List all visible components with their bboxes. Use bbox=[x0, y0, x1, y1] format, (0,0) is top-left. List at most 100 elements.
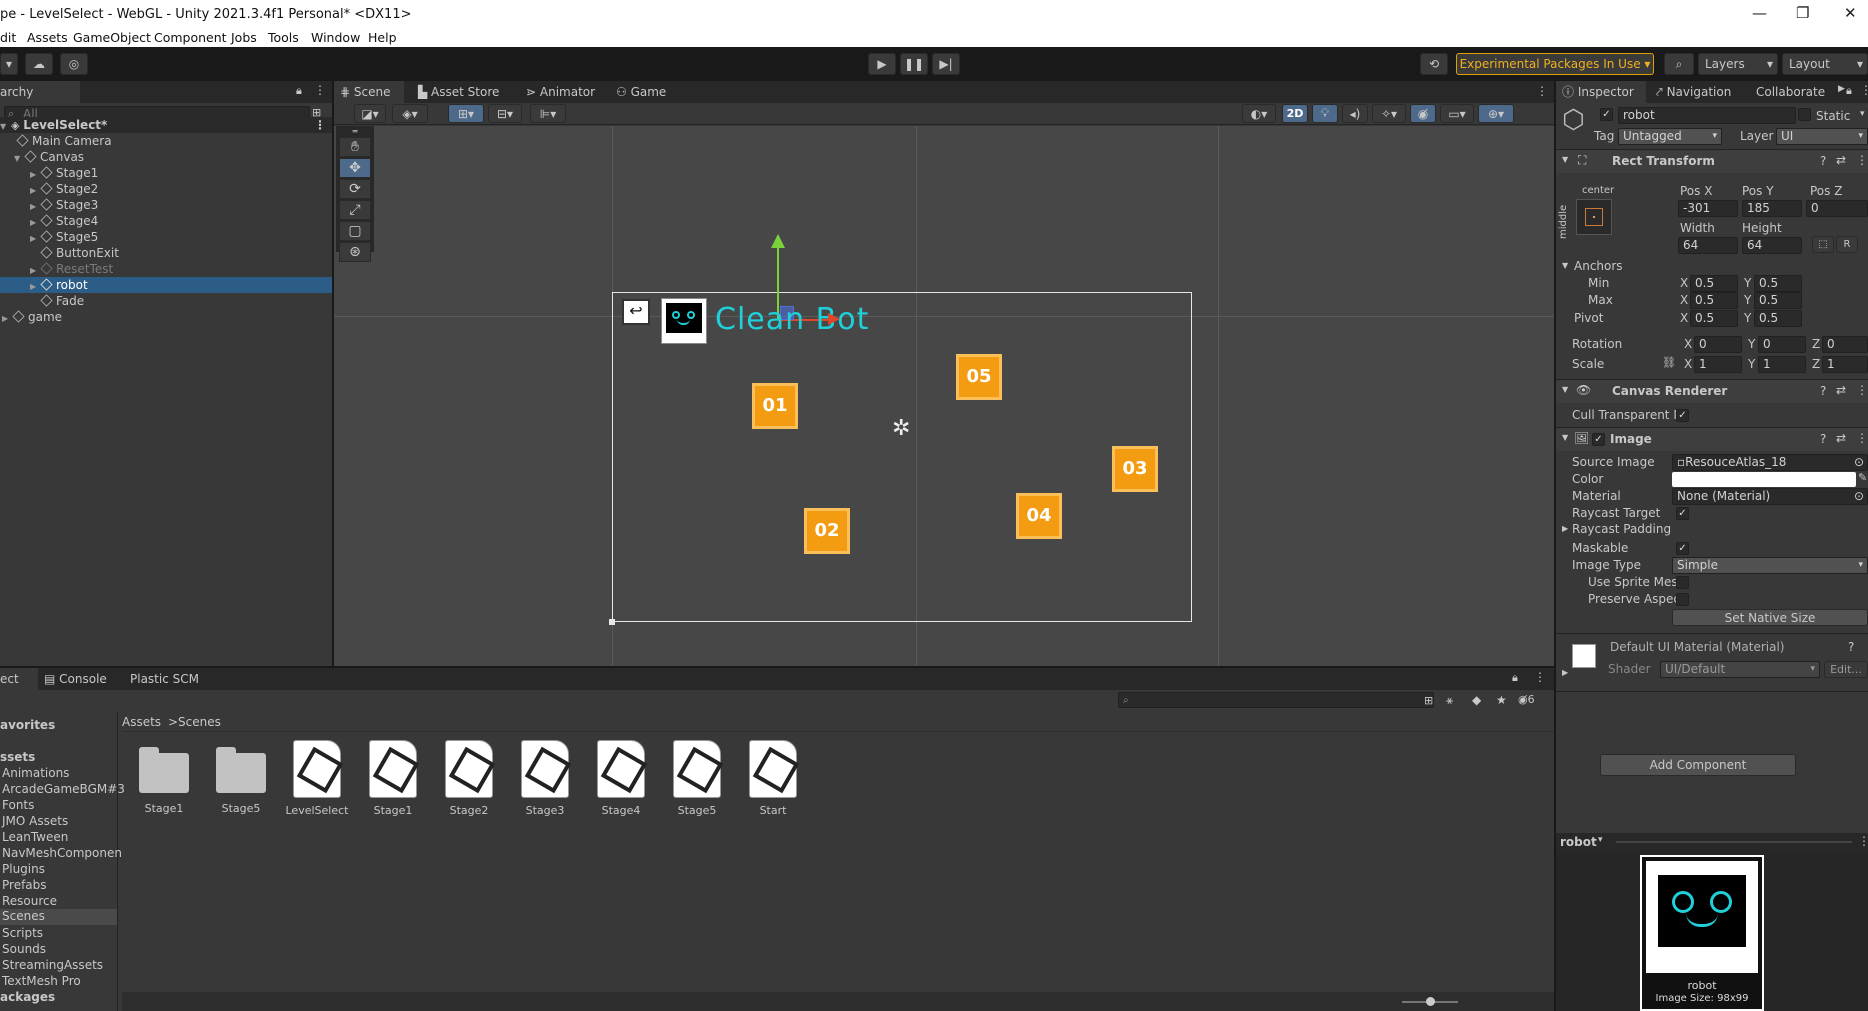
panel-splitter[interactable] bbox=[332, 81, 334, 668]
anchor-max-x-input[interactable]: 0.5 bbox=[1690, 292, 1738, 309]
height-input[interactable]: 64 bbox=[1742, 237, 1802, 254]
hidden-objects-icon[interactable]: ◉̸ bbox=[1410, 104, 1436, 123]
draw-mode-dropdown[interactable]: ◪▾ bbox=[354, 104, 386, 123]
maximize-button[interactable]: ❐ bbox=[1796, 4, 1809, 22]
kebab-menu-icon[interactable]: ⋮ bbox=[1536, 84, 1548, 98]
toggle-2d-button[interactable]: 2D bbox=[1282, 104, 1308, 123]
robot-sprite[interactable] bbox=[661, 298, 707, 344]
rotation-x-input[interactable]: 0 bbox=[1694, 336, 1742, 353]
hierarchy-item-stage2[interactable]: ▶ Stage2 bbox=[0, 181, 332, 197]
tab-plastic-scm[interactable]: Plastic SCM bbox=[130, 668, 220, 690]
packages-header[interactable]: ackages bbox=[0, 990, 55, 1004]
hierarchy-item-game[interactable]: ▶ game bbox=[0, 309, 332, 325]
tab-animator[interactable]: ⋗ Animator bbox=[526, 81, 606, 103]
folder-scenes[interactable]: Scenes bbox=[0, 909, 117, 925]
project-item-scene-stage4[interactable]: Stage4 bbox=[581, 740, 661, 817]
project-item-scene-stage1[interactable]: Stage1 bbox=[353, 740, 433, 817]
folder-sounds[interactable]: Sounds bbox=[2, 942, 46, 956]
rect-tool-icon[interactable]: ▢ bbox=[339, 221, 371, 241]
back-button-sprite[interactable]: ↩ bbox=[622, 299, 650, 325]
filter-type-icon[interactable]: ⚹ bbox=[1446, 693, 1453, 708]
camera-dropdown[interactable]: ▭▾ bbox=[1440, 104, 1474, 123]
tab-navigation[interactable]: ⤤ Navigation bbox=[1656, 81, 1752, 103]
layer-dropdown[interactable]: UI ▾ bbox=[1776, 128, 1868, 145]
image-component-header[interactable]: ▼ 🖼︎ ✓ Image ? ⇄ ⋮ bbox=[1556, 427, 1868, 451]
tab-collaborate[interactable]: Collaborate bbox=[1756, 81, 1836, 103]
folder-leantween[interactable]: LeanTween bbox=[2, 830, 68, 844]
help-icon[interactable]: ? bbox=[1820, 154, 1826, 168]
tag-dropdown[interactable]: Untagged ▾ bbox=[1618, 128, 1722, 145]
anchor-min-y-input[interactable]: 0.5 bbox=[1754, 275, 1802, 292]
pos-y-input[interactable]: 185 bbox=[1742, 200, 1802, 217]
hierarchy-item-stage1[interactable]: ▶ Stage1 bbox=[0, 165, 332, 181]
tab-asset-store[interactable]: ▙ Asset Store bbox=[418, 81, 508, 103]
project-item-scene-stage3[interactable]: Stage3 bbox=[505, 740, 585, 817]
static-checkbox[interactable] bbox=[1798, 108, 1811, 121]
pos-z-input[interactable]: 0 bbox=[1806, 200, 1868, 217]
folder-fonts[interactable]: Fonts bbox=[2, 798, 34, 812]
object-name-input[interactable]: robot bbox=[1618, 107, 1796, 124]
favorites-header[interactable]: avorites bbox=[0, 718, 55, 732]
project-item-scene-start[interactable]: Start bbox=[733, 740, 813, 817]
grid-snap-dropdown[interactable]: ⊞▾ bbox=[448, 104, 484, 123]
effects-dropdown[interactable]: ✧▾ bbox=[1372, 104, 1406, 123]
presets-icon[interactable]: ⇄ bbox=[1836, 153, 1846, 167]
transform-tool-icon[interactable]: ⊛ bbox=[339, 242, 371, 262]
collab-icon[interactable]: ◎ bbox=[60, 53, 88, 75]
play-button[interactable]: ▶ bbox=[868, 53, 896, 75]
account-dropdown[interactable]: ▾ bbox=[0, 53, 18, 75]
move-tool-icon[interactable]: ✥ bbox=[339, 158, 371, 178]
tab-hierarchy[interactable]: archy bbox=[0, 81, 80, 103]
stage-button-02[interactable]: 02 bbox=[804, 508, 850, 554]
stage-button-03[interactable]: 03 bbox=[1112, 446, 1158, 492]
layers-dropdown[interactable]: Layers ▾ bbox=[1698, 53, 1778, 75]
tab-game[interactable]: ⚇ Game bbox=[616, 81, 676, 103]
source-image-field[interactable]: ▫ResoucеAtlas_18 ⊙ bbox=[1672, 454, 1868, 471]
increment-snap-dropdown[interactable]: ⊟▾ bbox=[488, 104, 522, 123]
cloud-icon[interactable]: ☁ bbox=[25, 53, 53, 75]
hierarchy-item-robot[interactable]: ▶ robot bbox=[0, 277, 332, 293]
color-swatch[interactable] bbox=[1672, 472, 1856, 487]
project-item-folder-stage1[interactable]: Stage1 bbox=[124, 744, 204, 815]
canvas-corner-handle[interactable] bbox=[609, 619, 615, 625]
object-picker-icon[interactable]: ⊙ bbox=[1854, 455, 1864, 470]
menu-jobs[interactable]: Jobs bbox=[231, 30, 257, 45]
chevron-down-icon[interactable]: ▾ bbox=[1860, 109, 1865, 119]
object-picker-icon[interactable]: ⊙ bbox=[1854, 489, 1864, 504]
image-type-dropdown[interactable]: Simple ▾ bbox=[1672, 557, 1868, 574]
cull-transparent-checkbox[interactable]: ✓ bbox=[1676, 409, 1689, 422]
folder-arcadegamebgm[interactable]: ArcadeGameBGM#3 bbox=[2, 782, 125, 796]
raw-edit-button[interactable]: R bbox=[1836, 236, 1858, 253]
rotation-z-input[interactable]: 0 bbox=[1822, 336, 1868, 353]
preserve-aspect-checkbox[interactable] bbox=[1676, 593, 1689, 606]
hidden-packages-icon[interactable]: ◉̸6 bbox=[1518, 693, 1535, 706]
step-button[interactable]: ▶| bbox=[932, 53, 960, 75]
search-icon[interactable]: ⌕ bbox=[1664, 53, 1694, 75]
close-button[interactable]: ✕ bbox=[1844, 4, 1857, 22]
menu-component[interactable]: Component bbox=[154, 30, 227, 45]
pause-button[interactable]: ❚❚ bbox=[900, 53, 928, 75]
palette-drag-handle[interactable]: ═ bbox=[339, 128, 371, 136]
expand-arrow-icon[interactable]: ▶ bbox=[1562, 668, 1568, 677]
tab-scene[interactable]: ⋕ Scene bbox=[334, 81, 404, 103]
rotate-tool-icon[interactable]: ⟳ bbox=[339, 179, 371, 199]
hierarchy-item-stage3[interactable]: ▶ Stage3 bbox=[0, 197, 332, 213]
align-dropdown[interactable]: ⊫▾ bbox=[530, 104, 566, 123]
menu-edit[interactable]: dit bbox=[0, 30, 16, 45]
project-item-scene-levelselect[interactable]: LevelSelect bbox=[277, 740, 357, 817]
menu-gameobject[interactable]: GameObject bbox=[73, 30, 151, 45]
tab-console[interactable]: ▤ Console bbox=[44, 668, 124, 690]
lock-icon[interactable]: 🔒︎ bbox=[1512, 671, 1518, 685]
rect-transform-header[interactable]: ▼ ⛶ Rect Transform ? ⇄ ⋮ bbox=[1556, 149, 1868, 173]
anchor-max-y-input[interactable]: 0.5 bbox=[1754, 292, 1802, 309]
panel-splitter[interactable] bbox=[0, 666, 1554, 668]
scene-viewport[interactable]: ↩ Clean Bot 01 02 03 04 05 ✲ ═ ✋︎ ✥ ⟳ ⤢ … bbox=[334, 126, 1554, 666]
preview-object-name[interactable]: robot bbox=[1560, 835, 1597, 849]
kebab-menu-icon[interactable]: ⋮ bbox=[314, 117, 326, 133]
folder-animations[interactable]: Animations bbox=[2, 766, 69, 780]
width-input[interactable]: 64 bbox=[1678, 237, 1738, 254]
move-gizmo-y-arrow[interactable] bbox=[771, 234, 785, 248]
folder-textmesh-pro[interactable]: TextMesh Pro bbox=[2, 974, 81, 988]
expand-arrow-icon[interactable]: ▼ bbox=[1562, 261, 1568, 270]
active-checkbox[interactable]: ✓ bbox=[1600, 108, 1613, 121]
